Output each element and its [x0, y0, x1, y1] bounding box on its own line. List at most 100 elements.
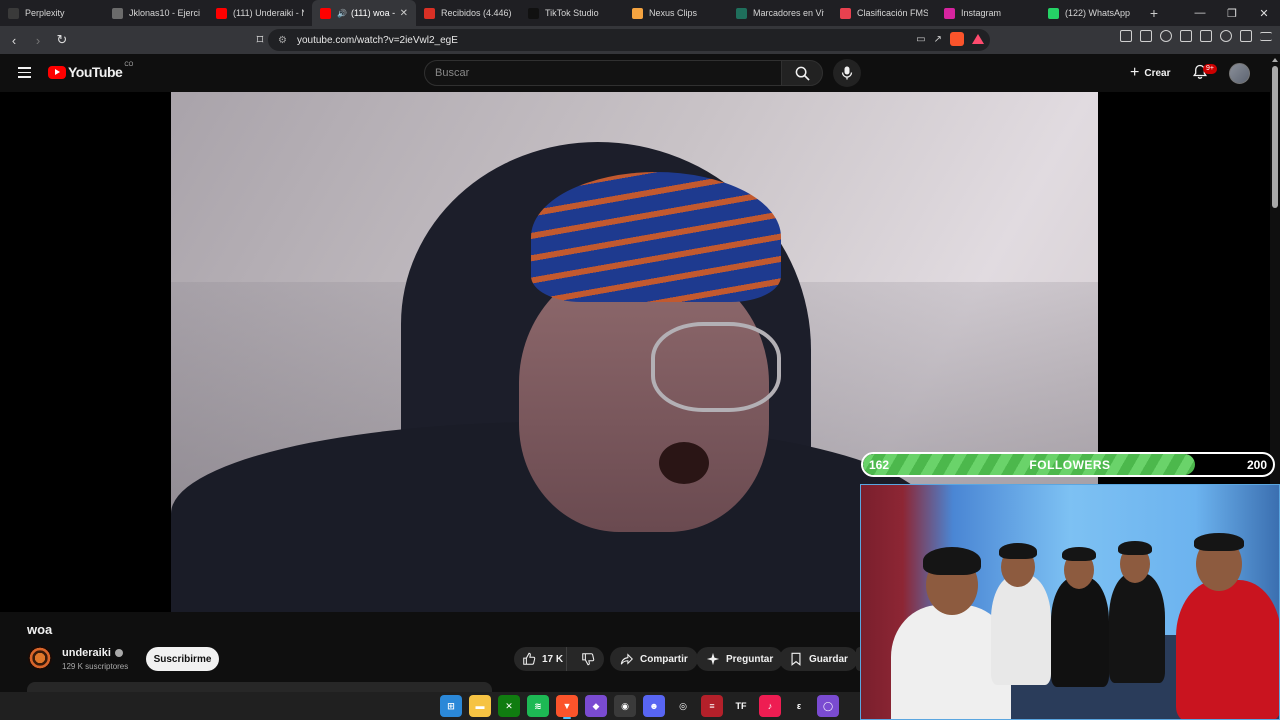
like-button[interactable]: 17 K	[514, 647, 567, 671]
browser-tab[interactable]: Recibidos (4.446) -	[416, 0, 520, 26]
tab-favicon-icon	[632, 7, 643, 19]
webcam-person-hair	[1118, 541, 1152, 555]
menu-icon[interactable]	[1260, 32, 1272, 41]
browser-tab[interactable]: Clasificación FMS C	[832, 0, 936, 26]
browser-tab[interactable]: Marcadores en Vivo	[728, 0, 832, 26]
browser-tab[interactable]: Perplexity	[0, 0, 104, 26]
description-box[interactable]	[27, 682, 492, 692]
brave-rewards-icon[interactable]	[972, 34, 984, 44]
guide-menu-icon[interactable]	[18, 67, 31, 78]
music-icon[interactable]	[1160, 30, 1172, 42]
country-code: CO	[124, 62, 134, 68]
site-info-icon[interactable]: ⚙	[278, 35, 287, 46]
brave-icon[interactable]: ▼	[556, 695, 578, 719]
plus-icon: +	[1130, 64, 1140, 81]
tab-title: Perplexity	[25, 8, 65, 18]
share-page-icon[interactable]: ↗	[934, 34, 942, 45]
like-count: 17 K	[542, 653, 564, 665]
account-avatar[interactable]	[1229, 63, 1250, 84]
webcam-person-hair	[1062, 547, 1096, 561]
video-subject-beanie	[531, 172, 781, 302]
address-bar[interactable]: ⚙ youtube.com/watch?v=2ieVwl2_egE ▭ ↗	[268, 29, 990, 51]
create-button[interactable]: + Crear	[1124, 62, 1176, 84]
browser-tab[interactable]: (122) WhatsApp	[1040, 0, 1144, 26]
screen: Perplexity Jklonas10 - Ejercicio (111) Und…	[0, 0, 1280, 720]
twitch-like-icon[interactable]: ◯	[817, 695, 839, 717]
taskbar-apps: ⊞ ▬ ✕ ≋ ▼ ◆ ◉ ☻ ◎ ≡ TF ♪ ε ◯	[440, 695, 839, 719]
wallet-icon[interactable]	[1200, 30, 1212, 42]
tab-title: TikTok Studio	[545, 8, 599, 18]
bookmark-icon[interactable]: ⌑	[250, 30, 270, 50]
close-window-icon[interactable]: ✕	[1248, 0, 1280, 26]
streamer-webcam	[860, 484, 1280, 720]
tab-title: Nexus Clips	[649, 8, 698, 18]
spotify-icon[interactable]: ≋	[527, 695, 549, 717]
browser-tab[interactable]: (111) Underaiki - N	[208, 0, 312, 26]
channel-avatar[interactable]	[28, 646, 52, 670]
browser-tab[interactable]: Nexus Clips	[624, 0, 728, 26]
channel-name-text: underaiki	[62, 647, 111, 659]
tab-title: (111) woa -	[350, 8, 396, 18]
search-button[interactable]	[781, 60, 823, 86]
discord-icon[interactable]: ☻	[643, 695, 665, 717]
search-input[interactable]: Buscar	[424, 60, 782, 86]
reload-icon[interactable]: ↻	[52, 30, 72, 50]
webcam-person	[1109, 573, 1165, 683]
minimize-icon[interactable]: —	[1184, 0, 1216, 26]
winrar-icon[interactable]: ≡	[701, 695, 723, 717]
visual-studio-icon[interactable]: ◆	[585, 695, 607, 717]
vpn-icon[interactable]	[1240, 30, 1252, 42]
channel-name[interactable]: underaiki	[62, 647, 123, 659]
url-text: youtube.com/watch?v=2ieVwl2_egE	[296, 34, 458, 46]
capture-icon[interactable]: ◎	[672, 695, 694, 717]
webcam-person	[991, 575, 1051, 685]
epic-icon[interactable]: ε	[788, 695, 810, 717]
xbox-icon[interactable]: ✕	[498, 695, 520, 717]
video-subject-glasses	[651, 322, 781, 412]
back-icon[interactable]: ‹	[4, 30, 24, 50]
forward-icon[interactable]: ›	[28, 30, 48, 50]
window-controls: — ❐ ✕	[1184, 0, 1280, 26]
save-button[interactable]: Guardar	[779, 647, 858, 671]
video-subject-mouth	[659, 442, 709, 484]
youtube-logo[interactable]: YouTube CO	[48, 62, 134, 80]
tab-search-icon[interactable]	[1140, 30, 1152, 42]
sidebar-icon[interactable]	[1180, 30, 1192, 42]
cast-icon[interactable]: ▭	[916, 34, 925, 45]
file-explorer-icon[interactable]: ▬	[469, 695, 491, 717]
share-button[interactable]: Compartir	[610, 647, 698, 671]
follower-goal-target: 200	[1246, 458, 1267, 472]
tab-audio-icon[interactable]: 🔊	[337, 9, 347, 18]
subscribe-button[interactable]: Suscribirme	[146, 647, 219, 671]
scroll-up-icon[interactable]	[1272, 58, 1278, 62]
tab-favicon-icon	[216, 7, 227, 19]
webcam-person	[1051, 577, 1109, 687]
browser-tab[interactable]: Instagram	[936, 0, 1040, 26]
follower-goal-bar: 162 FOLLOWERS 200	[861, 452, 1275, 477]
scrollbar-thumb[interactable]	[1272, 66, 1278, 208]
new-tab-icon[interactable]: +	[1144, 5, 1164, 21]
restore-icon[interactable]: ❐	[1216, 0, 1248, 26]
browser-tab[interactable]: 🔊 (111) woa - ✕	[312, 0, 416, 26]
share-label: Compartir	[640, 653, 688, 665]
tab-favicon-icon	[112, 7, 123, 19]
obs-icon[interactable]: ◉	[614, 695, 636, 717]
brave-shields-icon[interactable]	[950, 32, 964, 46]
windows-start-icon[interactable]: ⊞	[440, 695, 462, 717]
leo-icon[interactable]	[1220, 30, 1232, 42]
tab-title: Instagram	[961, 8, 1002, 18]
youtube-logo-text: YouTube	[68, 64, 123, 80]
browser-tab[interactable]: Jklonas10 - Ejercicio	[104, 0, 208, 26]
voice-search-button[interactable]	[833, 59, 861, 87]
browser-tab[interactable]: TikTok Studio	[520, 0, 624, 26]
tf-icon[interactable]: TF	[730, 695, 752, 717]
follower-goal-label: FOLLOWERS	[1029, 458, 1111, 472]
tab-favicon-icon	[320, 7, 331, 19]
tiktok-icon[interactable]: ♪	[759, 695, 781, 717]
tab-close-icon[interactable]: ✕	[400, 8, 408, 19]
omnibox-actions: ▭ ↗	[916, 32, 984, 46]
ask-button[interactable]: Preguntar	[696, 647, 784, 671]
more-actions-button[interactable]	[856, 647, 860, 671]
dislike-button[interactable]	[573, 647, 604, 671]
extensions-icon[interactable]	[1120, 30, 1132, 42]
